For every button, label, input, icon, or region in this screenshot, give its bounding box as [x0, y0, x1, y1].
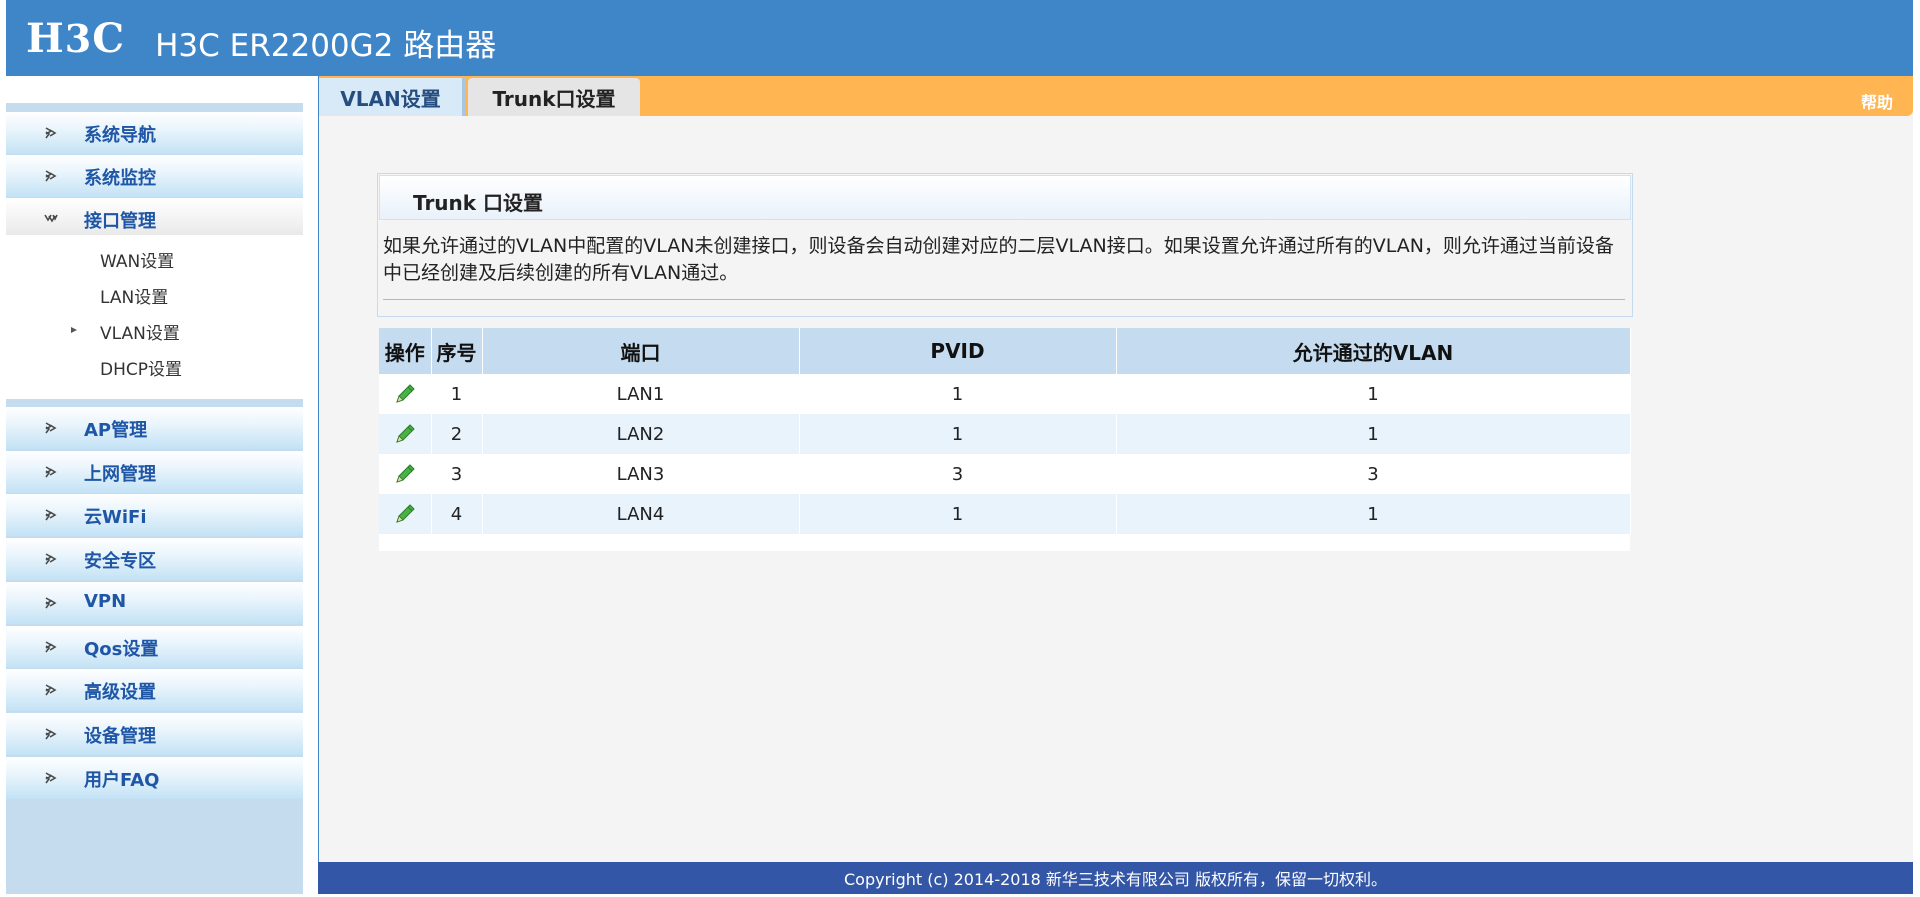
- nav-item-ap-management[interactable]: AP管理: [6, 407, 303, 449]
- nav-item-internet-management[interactable]: 上网管理: [6, 451, 303, 493]
- nav-item-device-management[interactable]: 设备管理: [6, 713, 303, 755]
- pencil-edit-icon[interactable]: [393, 502, 417, 526]
- port-cell: LAN3: [482, 454, 800, 494]
- h3c-logo: H3C: [26, 15, 125, 62]
- trunk-port-table: 操作 序号 端口 PVID 允许通过的VLAN 1 LAN1 1 1 2 LAN…: [379, 328, 1631, 534]
- nav-item-advanced-settings[interactable]: 高级设置: [6, 669, 303, 711]
- nav-item-vpn[interactable]: VPN: [6, 582, 303, 624]
- arrow-right-icon: [45, 684, 57, 696]
- index-cell: 2: [431, 414, 483, 454]
- pencil-edit-icon[interactable]: [393, 422, 417, 446]
- allowed-vlan-cell: 1: [1116, 374, 1631, 414]
- nav-item-system-navigation[interactable]: 系统导航: [6, 112, 303, 154]
- action-cell: [379, 454, 432, 494]
- arrow-right-icon: [45, 728, 57, 740]
- table-row: 1 LAN1 1 1: [379, 374, 1631, 414]
- submenu-item-wan[interactable]: WAN设置: [100, 247, 174, 272]
- arrow-right-icon: [45, 127, 57, 139]
- help-link[interactable]: 帮助: [1861, 89, 1893, 113]
- table-header-row: 操作 序号 端口 PVID 允许通过的VLAN: [379, 328, 1631, 374]
- port-cell: LAN2: [482, 414, 800, 454]
- table-row: 4 LAN4 1 1: [379, 494, 1631, 534]
- tab-trunk-settings[interactable]: Trunk口设置: [468, 78, 640, 116]
- arrow-right-icon: [45, 641, 57, 653]
- panel-divider: [383, 299, 1625, 300]
- action-cell: [379, 414, 432, 454]
- nav-item-cloud-wifi[interactable]: 云WiFi: [6, 494, 303, 536]
- nav-item-qos[interactable]: Qos设置: [6, 626, 303, 668]
- nav-item-label: 安全专区: [84, 551, 156, 572]
- port-cell: LAN4: [482, 494, 800, 534]
- index-cell: 1: [431, 374, 483, 414]
- tab-bar: VLAN设置 Trunk口设置 帮助: [319, 76, 1913, 116]
- nav-item-label: 用户FAQ: [84, 770, 160, 791]
- pencil-edit-icon[interactable]: [393, 382, 417, 406]
- arrow-right-icon: [45, 466, 57, 478]
- header-index: 序号: [431, 328, 483, 374]
- nav-item-security[interactable]: 安全专区: [6, 538, 303, 580]
- nav-item-label: AP管理: [84, 420, 148, 441]
- trunk-port-table-container: 操作 序号 端口 PVID 允许通过的VLAN 1 LAN1 1 1 2 LAN…: [379, 328, 1631, 551]
- pvid-cell: 3: [799, 454, 1117, 494]
- allowed-vlan-cell: 1: [1116, 414, 1631, 454]
- arrow-down-icon: [44, 214, 58, 223]
- panel-description: 如果允许通过的VLAN中配置的VLAN未创建接口，则设备会自动创建对应的二层VL…: [383, 235, 1614, 284]
- allowed-vlan-cell: 3: [1116, 454, 1631, 494]
- pvid-cell: 1: [799, 414, 1117, 454]
- panel-title: Trunk 口设置: [413, 191, 544, 215]
- arrow-right-icon: [45, 170, 57, 182]
- logo-letter-h: H: [26, 14, 65, 62]
- nav-item-label: VPN: [84, 591, 127, 612]
- copyright-footer: Copyright (c) 2014-2018 新华三技术有限公司 版权所有，保…: [318, 862, 1913, 894]
- arrow-right-icon: [45, 422, 57, 434]
- allowed-vlan-cell: 1: [1116, 494, 1631, 534]
- product-title: H3C ER2200G2 路由器: [155, 27, 497, 64]
- current-item-arrow-icon: [71, 327, 77, 333]
- submenu-item-lan[interactable]: LAN设置: [100, 283, 168, 308]
- table-row: 2 LAN2 1 1: [379, 414, 1631, 454]
- index-cell: 3: [431, 454, 483, 494]
- action-cell: [379, 374, 432, 414]
- app-root: H3C H3C ER2200G2 路由器 系统导航 系统监控 接口管理 WAN设…: [0, 0, 1920, 897]
- top-header: H3C H3C ER2200G2 路由器: [6, 0, 1913, 76]
- sidebar: 系统导航 系统监控 接口管理 WAN设置 LAN设置 VLAN设置 DHCP设置…: [6, 101, 303, 894]
- port-cell: LAN1: [482, 374, 800, 414]
- nav-item-user-faq[interactable]: 用户FAQ: [6, 757, 303, 799]
- nav-item-label: 系统导航: [84, 125, 156, 146]
- nav-item-label: 云WiFi: [84, 507, 147, 528]
- nav-item-system-monitor[interactable]: 系统监控: [6, 155, 303, 197]
- logo-letter-3: 3: [64, 15, 93, 61]
- header-allowed-vlan: 允许通过的VLAN: [1116, 328, 1631, 374]
- header-port: 端口: [482, 328, 800, 374]
- action-cell: [379, 494, 432, 534]
- submenu-item-vlan[interactable]: VLAN设置: [100, 319, 180, 344]
- nav-item-label: Qos设置: [84, 639, 159, 660]
- interface-submenu: WAN设置 LAN设置 VLAN设置 DHCP设置: [6, 235, 303, 399]
- pvid-cell: 1: [799, 374, 1117, 414]
- arrow-right-icon: [45, 597, 57, 609]
- nav-item-label: 系统监控: [84, 168, 156, 189]
- nav-item-interface-management[interactable]: 接口管理: [6, 198, 303, 240]
- panel-title-bar: Trunk 口设置: [379, 175, 1631, 220]
- nav-item-label: 设备管理: [84, 726, 156, 747]
- table-row: 3 LAN3 3 3: [379, 454, 1631, 494]
- nav-item-label: 上网管理: [84, 464, 156, 485]
- arrow-right-icon: [45, 553, 57, 565]
- logo-letter-c: C: [92, 14, 126, 62]
- trunk-settings-panel: Trunk 口设置 如果允许通过的VLAN中配置的VLAN未创建接口，则设备会自…: [377, 173, 1633, 317]
- pvid-cell: 1: [799, 494, 1117, 534]
- arrow-right-icon: [45, 772, 57, 784]
- tab-vlan-settings[interactable]: VLAN设置: [319, 78, 465, 116]
- header-action: 操作: [379, 328, 432, 374]
- main-content: VLAN设置 Trunk口设置 帮助 Trunk 口设置 如果允许通过的VLAN…: [318, 76, 1913, 894]
- submenu-item-dhcp[interactable]: DHCP设置: [100, 355, 182, 380]
- index-cell: 4: [431, 494, 483, 534]
- arrow-right-icon: [45, 509, 57, 521]
- pencil-edit-icon[interactable]: [393, 462, 417, 486]
- header-pvid: PVID: [799, 328, 1117, 374]
- nav-item-label: 接口管理: [84, 211, 156, 232]
- nav-item-label: 高级设置: [84, 682, 156, 703]
